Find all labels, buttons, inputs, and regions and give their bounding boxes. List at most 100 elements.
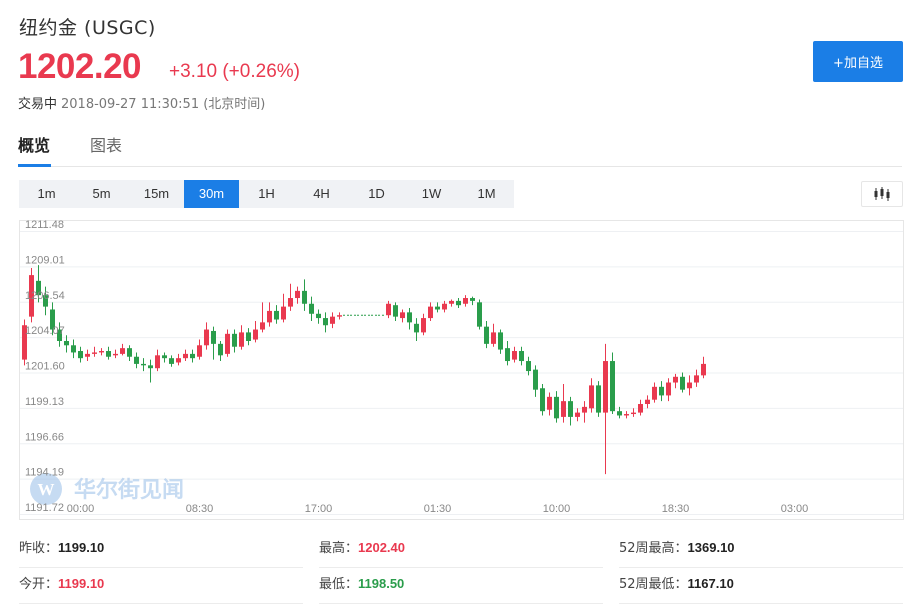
candle-body: [414, 323, 419, 333]
x-tick-label: 00:00: [67, 503, 95, 515]
candle-body: [260, 322, 265, 330]
interval-30m[interactable]: 30m: [184, 180, 239, 208]
candle-body: [603, 361, 608, 413]
candle-body: [680, 376, 685, 390]
candle-body: [281, 306, 286, 320]
candle-body: [393, 305, 398, 317]
interval-4h[interactable]: 4H: [294, 180, 349, 208]
candle-body: [267, 310, 272, 323]
candle-body: [582, 406, 587, 413]
interval-1w[interactable]: 1W: [404, 180, 459, 208]
candle-body: [540, 388, 545, 412]
candle-body: [526, 361, 531, 372]
stat-label: 今开：: [19, 577, 59, 592]
candle-body: [127, 348, 132, 357]
candle-body: [652, 386, 657, 400]
interval-1d[interactable]: 1D: [349, 180, 404, 208]
x-tick-label: 10:00: [543, 503, 571, 515]
candle-body: [442, 303, 447, 310]
candle-body: [225, 333, 230, 354]
y-tick-label: 1191.72: [25, 502, 64, 514]
candle-body: [295, 290, 300, 299]
y-tick-label: 1201.60: [25, 361, 65, 373]
y-tick-label: 1206.54: [25, 290, 65, 302]
price-chart[interactable]: W 华尔街见闻 1211.48 1209.01 1206.54 1204.07 1201…: [19, 220, 904, 520]
candle-body: [316, 313, 321, 319]
candle-body: [498, 332, 503, 350]
candle-body: [435, 306, 440, 310]
stat-value: 1199.10: [58, 576, 105, 591]
candle: [610, 352, 615, 415]
candlestick-chart-svg[interactable]: W 华尔街见闻 1211.48 1209.01 1206.54 1204.07 1201…: [19, 220, 904, 520]
watermark-text: 华尔街见闻: [74, 477, 184, 503]
candle-body: [246, 332, 251, 341]
interval-15m[interactable]: 15m: [129, 180, 184, 208]
instrument-title: 纽约金 (USGC): [19, 17, 156, 39]
candle-body: [120, 348, 125, 354]
candle-body: [232, 333, 237, 347]
y-tick-label: 1196.66: [25, 431, 64, 443]
candle-body: [596, 385, 601, 413]
interval-1m[interactable]: 1m: [19, 180, 74, 208]
candle-body: [176, 358, 181, 363]
x-tick-label: 03:00: [781, 503, 809, 515]
stat-label: 52周最高：: [619, 541, 688, 556]
quote-timestamp: 2018-09-27 11:30:51 (北京时间): [61, 97, 266, 112]
candle: [477, 299, 482, 330]
interval-5m[interactable]: 5m: [74, 180, 129, 208]
watermark-logo-letter: W: [38, 480, 55, 499]
interval-selector: 1m 5m 15m 30m 1H 4H 1D 1W 1M: [19, 180, 514, 208]
stat-value: 1199.10: [58, 540, 105, 555]
candle-body: [155, 355, 160, 369]
candle-body: [505, 348, 510, 362]
chart-type-button[interactable]: [861, 181, 903, 207]
stat-value: 1198.50: [358, 576, 405, 591]
interval-1h[interactable]: 1H: [239, 180, 294, 208]
candle-body: [302, 290, 307, 304]
interval-1mo[interactable]: 1M: [459, 180, 514, 208]
candle-body: [533, 369, 538, 390]
candle: [540, 383, 545, 416]
stat-value: 1369.10: [687, 540, 735, 555]
candle-body: [610, 361, 615, 412]
candle-body: [617, 411, 622, 416]
stat-label: 最高：: [319, 541, 359, 556]
candle-body: [253, 329, 258, 340]
candle-body: [673, 376, 678, 383]
stat-prev-close: 昨收：1199.10: [19, 532, 303, 568]
candle-body: [666, 382, 671, 396]
candle-body: [183, 353, 188, 359]
y-tick-label: 1199.13: [25, 396, 64, 408]
tab-overview[interactable]: 概览: [18, 134, 51, 167]
add-to-watchlist-button[interactable]: +加自选: [813, 41, 903, 82]
stat-high: 最高：1202.40: [319, 532, 603, 568]
tab-chart[interactable]: 图表: [90, 134, 123, 167]
candle-body: [85, 353, 90, 357]
candle-body: [463, 298, 468, 304]
stat-label: 最低：: [319, 577, 359, 592]
candle-body: [547, 396, 552, 410]
candle-body: [274, 310, 279, 320]
candle-body: [428, 306, 433, 319]
candle-body: [638, 404, 643, 413]
trading-state: 交易中: [18, 97, 58, 112]
stat-52w-low: 52周最低：1167.10: [619, 568, 903, 604]
candle: [596, 381, 601, 417]
candle-body: [456, 300, 461, 306]
x-tick-label: 17:00: [305, 503, 333, 515]
candle-body: [78, 351, 83, 359]
stat-low: 最低：1198.50: [319, 568, 603, 604]
candle-body: [113, 353, 118, 356]
candle-body: [575, 412, 580, 417]
candle-body: [386, 303, 391, 316]
candle-body: [659, 386, 664, 396]
candle-body: [645, 399, 650, 405]
y-tick-label: 1194.19: [25, 467, 64, 479]
stat-label: 52周最低：: [619, 577, 688, 592]
view-tabs: 概览 图表: [18, 134, 902, 167]
candle-body: [239, 332, 244, 347]
candle-body: [288, 298, 293, 307]
x-tick-label: 01:30: [424, 503, 452, 515]
candle-body: [204, 329, 209, 346]
y-tick-label: 1204.07: [25, 325, 65, 337]
